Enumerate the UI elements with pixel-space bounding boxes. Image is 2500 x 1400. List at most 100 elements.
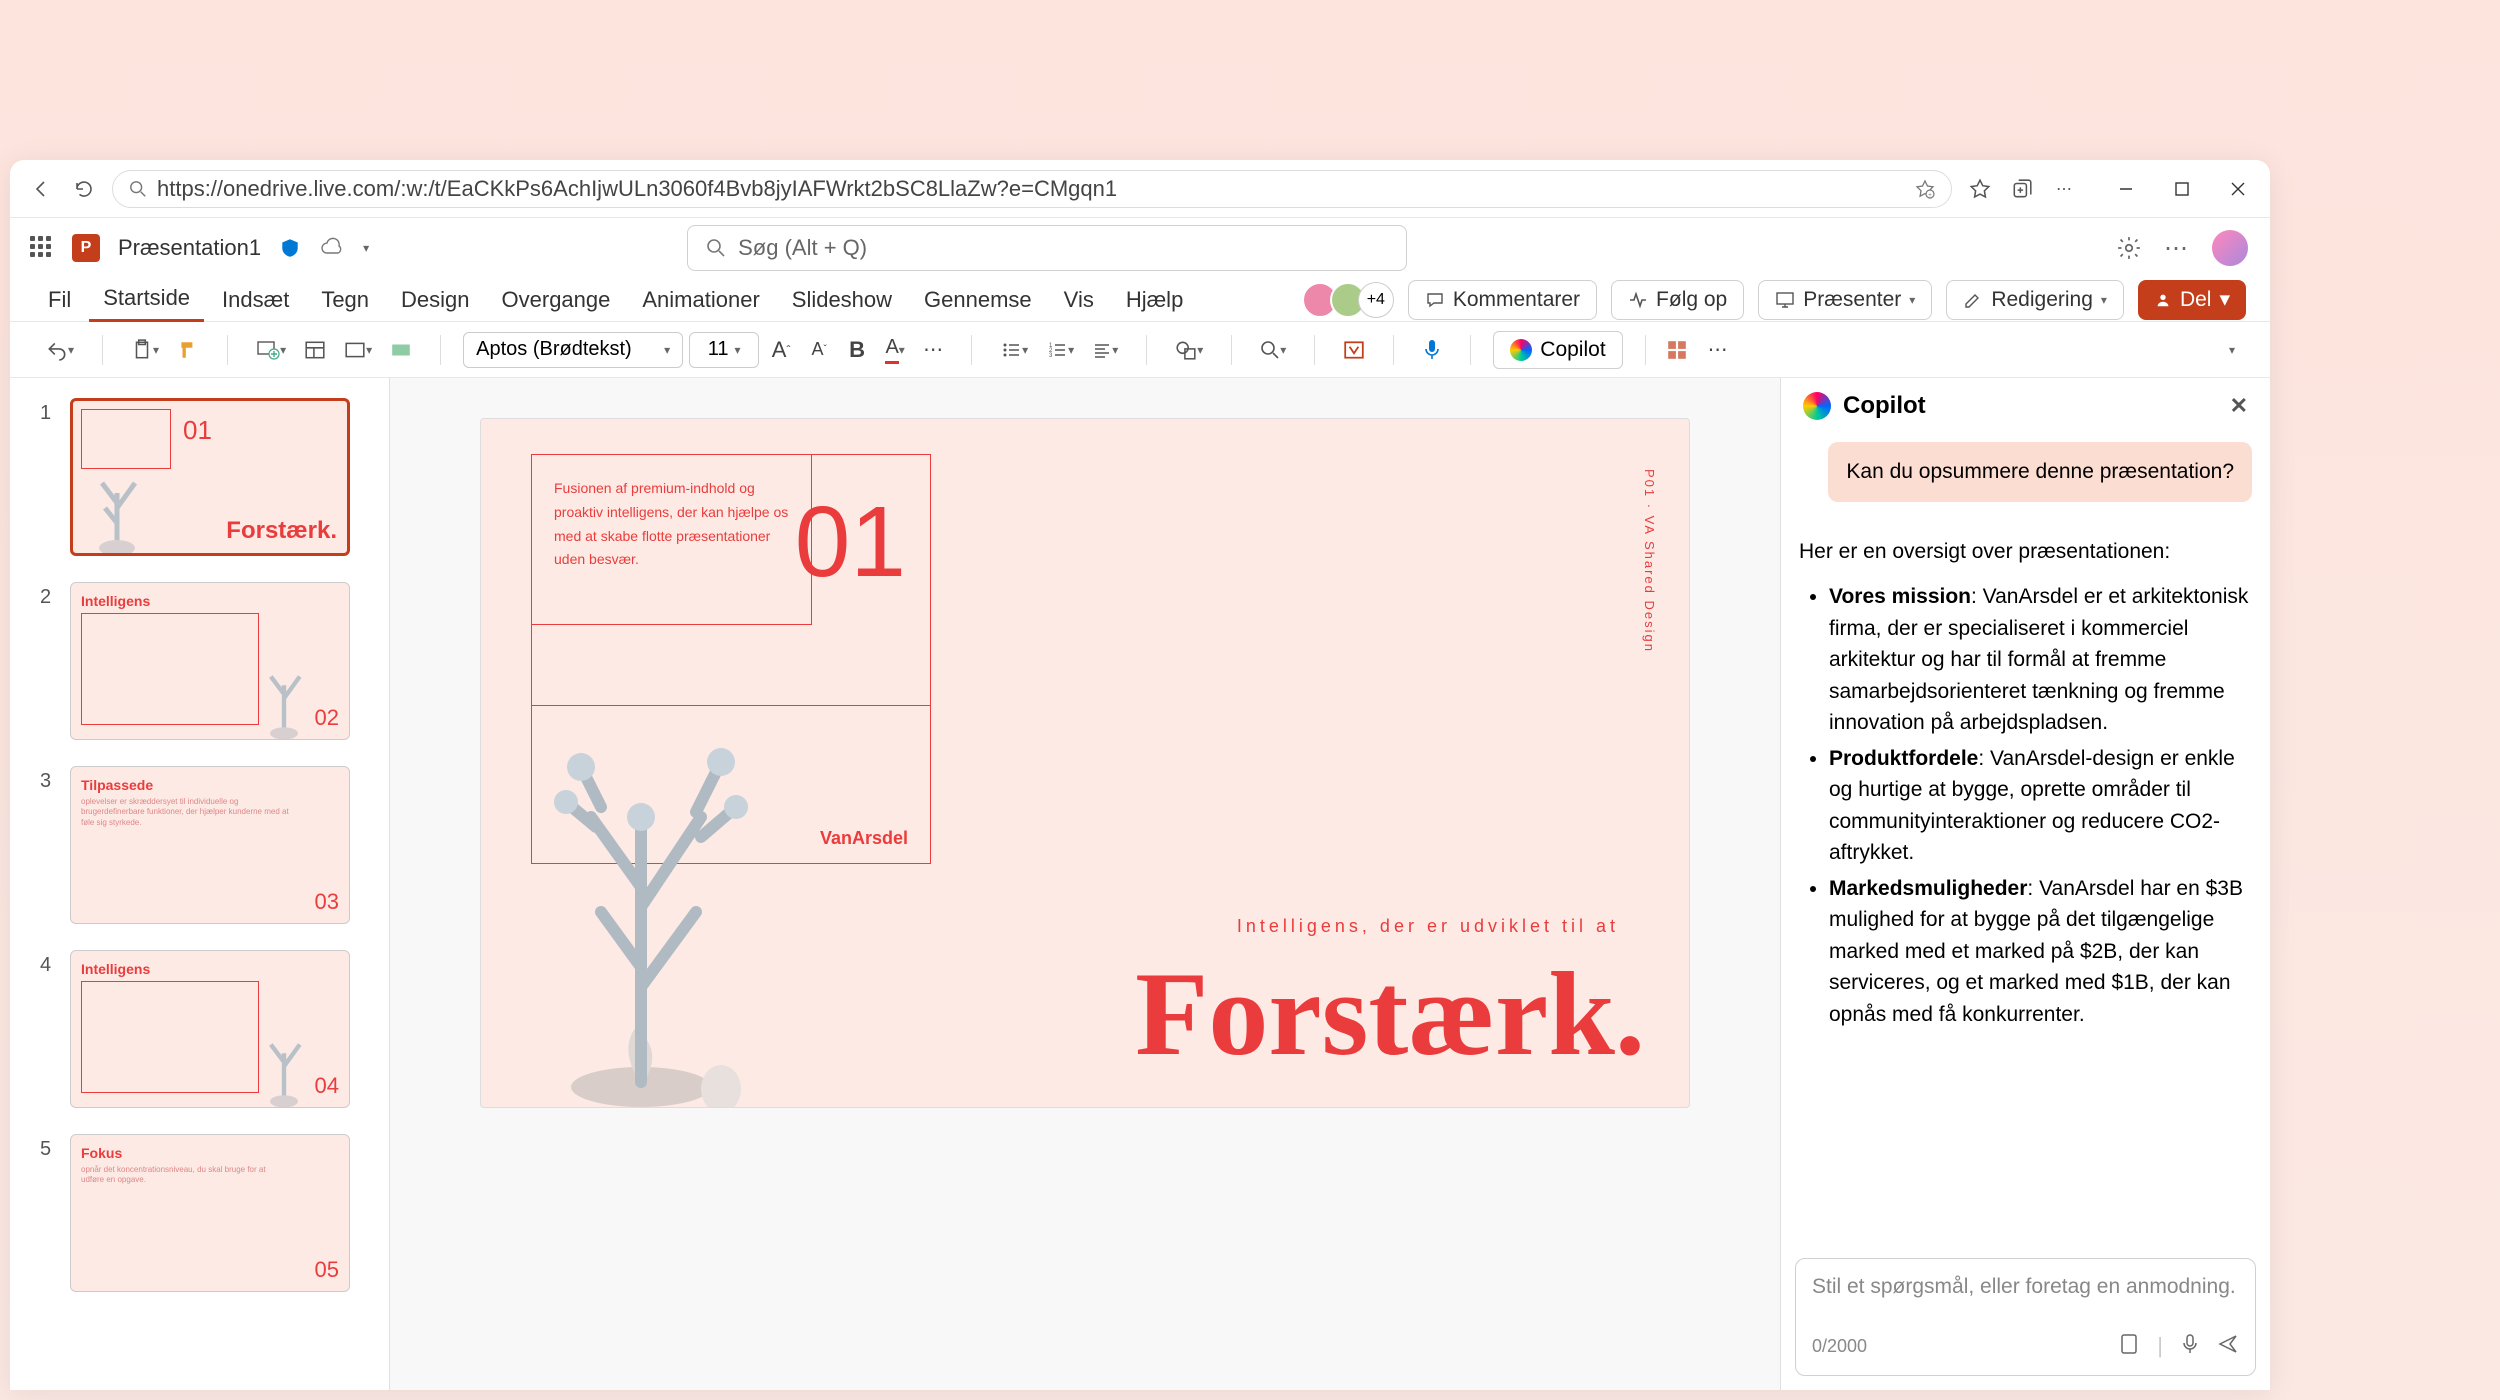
browser-window: https://onedrive.live.com/:w:/t/EaCKkPs6… — [10, 160, 2270, 1390]
extra-collaborators[interactable]: +4 — [1358, 282, 1394, 318]
favorites-button[interactable] — [1966, 175, 1994, 203]
settings-icon[interactable] — [2116, 235, 2142, 261]
cloud-sync-icon[interactable] — [319, 237, 345, 259]
share-button[interactable]: Del ▾ — [2138, 280, 2246, 320]
tab-slideshow[interactable]: Slideshow — [778, 279, 906, 321]
person-icon — [2154, 291, 2172, 309]
browser-toolbar: https://onedrive.live.com/:w:/t/EaCKkPs6… — [10, 160, 2270, 218]
slide-thumbnail-5[interactable]: Fokus opnår det koncentrationsniveau, du… — [70, 1134, 350, 1292]
copilot-input-box[interactable]: Stil et spørgsmål, eller foretag en anmo… — [1795, 1258, 2256, 1376]
back-button[interactable] — [28, 175, 56, 203]
app-launcher-icon[interactable] — [30, 236, 54, 260]
increase-font-button[interactable]: Aˆ — [765, 332, 797, 368]
slide-thumbnails-pane[interactable]: 1 01 Forstærk. 2 Intelligens 02 3 — [10, 378, 390, 1390]
copilot-pane: Copilot ✕ Kan du opsummere denne præsent… — [1780, 378, 2270, 1390]
copilot-toolbar-button[interactable]: Copilot — [1493, 331, 1622, 369]
slide-thumbnail-3[interactable]: Tilpassede oplevelser er skræddersyet ti… — [70, 766, 350, 924]
tab-vis[interactable]: Vis — [1050, 279, 1108, 321]
layout-button[interactable] — [298, 332, 332, 368]
refresh-button[interactable] — [70, 175, 98, 203]
shield-icon — [279, 237, 301, 259]
window-controls — [2112, 175, 2252, 203]
collaborator-avatars[interactable]: +4 — [1310, 282, 1394, 318]
chevron-down-icon[interactable]: ▾ — [363, 241, 369, 255]
slide-thumbnail-4[interactable]: Intelligens 04 — [70, 950, 350, 1108]
collapse-ribbon-button[interactable]: ▾ — [2216, 332, 2248, 368]
bullets-button[interactable]: ▾ — [994, 332, 1034, 368]
reading-icon[interactable]: + — [1915, 179, 1935, 199]
user-message: Kan du opsummere denne præsentation? — [1828, 442, 2252, 502]
thumb-number: 1 — [40, 398, 60, 556]
pencil-icon — [1963, 290, 1983, 310]
app-title-bar: P Præsentation1 ▾ Søg (Alt + Q) ⋯ — [10, 218, 2270, 278]
more-font-button[interactable]: ⋯ — [917, 332, 949, 368]
reset-button[interactable]: ▾ — [338, 332, 378, 368]
tab-design[interactable]: Design — [387, 279, 483, 321]
grid-view-button[interactable] — [1660, 332, 1694, 368]
slide-canvas-area[interactable]: Fusionen af premium-indhold og proaktiv … — [390, 378, 1780, 1390]
shapes-button[interactable]: ▾ — [1169, 332, 1209, 368]
undo-button[interactable]: ▾ — [40, 332, 80, 368]
current-slide[interactable]: Fusionen af premium-indhold og proaktiv … — [480, 418, 1690, 1108]
search-icon — [129, 180, 147, 198]
plant-illustration — [521, 687, 881, 1107]
tab-fil[interactable]: Fil — [34, 279, 85, 321]
user-avatar[interactable] — [2210, 228, 2250, 268]
tab-startside[interactable]: Startside — [89, 277, 204, 322]
comment-icon — [1425, 290, 1445, 310]
browser-more-button[interactable]: ⋯ — [2050, 175, 2078, 203]
find-button[interactable]: ▾ — [1254, 332, 1292, 368]
designer-button[interactable] — [1337, 332, 1371, 368]
new-slide-button[interactable]: ▾ — [250, 332, 292, 368]
align-button[interactable]: ▾ — [1086, 332, 1124, 368]
minimize-button[interactable] — [2112, 175, 2140, 203]
copilot-title: Copilot — [1843, 392, 1926, 420]
more-icon[interactable]: ⋯ — [2164, 234, 2188, 263]
format-painter-button[interactable] — [171, 332, 205, 368]
follow-up-button[interactable]: Følg op — [1611, 280, 1744, 320]
toolbar-more-button[interactable]: ⋯ — [1702, 332, 1734, 368]
search-icon — [706, 238, 726, 258]
numbering-button[interactable]: 123▾ — [1040, 332, 1080, 368]
tab-tegn[interactable]: Tegn — [307, 279, 383, 321]
tab-hjaelp[interactable]: Hjælp — [1112, 279, 1197, 321]
comments-button[interactable]: Kommentarer — [1408, 280, 1597, 320]
tab-animationer[interactable]: Animationer — [628, 279, 773, 321]
thumb-number: 4 — [40, 950, 60, 1108]
copilot-header: Copilot ✕ — [1781, 378, 2270, 434]
thumb-number: 2 — [40, 582, 60, 740]
dictate-button[interactable] — [1416, 332, 1448, 368]
collections-button[interactable] — [2008, 175, 2036, 203]
tab-gennemse[interactable]: Gennemse — [910, 279, 1046, 321]
book-icon[interactable] — [2119, 1333, 2139, 1359]
tab-overgange[interactable]: Overgange — [488, 279, 625, 321]
slide-thumbnail-1[interactable]: 01 Forstærk. — [70, 398, 350, 556]
bold-button[interactable]: B — [841, 332, 873, 368]
tab-indsaet[interactable]: Indsæt — [208, 279, 303, 321]
address-bar[interactable]: https://onedrive.live.com/:w:/t/EaCKkPs6… — [112, 170, 1952, 208]
copilot-conversation[interactable]: Kan du opsummere denne præsentation? Her… — [1781, 434, 2270, 1258]
document-title[interactable]: Præsentation1 — [118, 235, 261, 261]
font-family-select[interactable]: Aptos (Brødtekst)▾ — [463, 332, 683, 368]
copilot-prompt-input[interactable]: Stil et spørgsmål, eller foretag en anmo… — [1812, 1275, 2239, 1325]
present-button[interactable]: Præsenter ▾ — [1758, 280, 1932, 320]
mic-icon[interactable] — [2181, 1333, 2199, 1359]
main-workspace: 1 01 Forstærk. 2 Intelligens 02 3 — [10, 378, 2270, 1390]
font-color-button[interactable]: A▾ — [879, 332, 911, 368]
svg-text:3: 3 — [1049, 353, 1053, 359]
section-button[interactable] — [384, 332, 418, 368]
close-window-button[interactable] — [2224, 175, 2252, 203]
decrease-font-button[interactable]: Aˇ — [803, 332, 835, 368]
thumb-number: 5 — [40, 1134, 60, 1292]
search-box[interactable]: Søg (Alt + Q) — [687, 225, 1407, 271]
paste-button[interactable]: ▾ — [125, 332, 165, 368]
font-size-select[interactable]: 11▾ — [689, 332, 759, 368]
maximize-button[interactable] — [2168, 175, 2196, 203]
copilot-icon — [1803, 392, 1831, 420]
editing-mode-button[interactable]: Redigering ▾ — [1946, 280, 2124, 320]
send-icon[interactable] — [2217, 1333, 2239, 1359]
slide-subtitle: Intelligens, der er udviklet til at — [1237, 916, 1619, 937]
present-icon — [1775, 290, 1795, 310]
close-copilot-button[interactable]: ✕ — [2230, 393, 2248, 419]
slide-thumbnail-2[interactable]: Intelligens 02 — [70, 582, 350, 740]
